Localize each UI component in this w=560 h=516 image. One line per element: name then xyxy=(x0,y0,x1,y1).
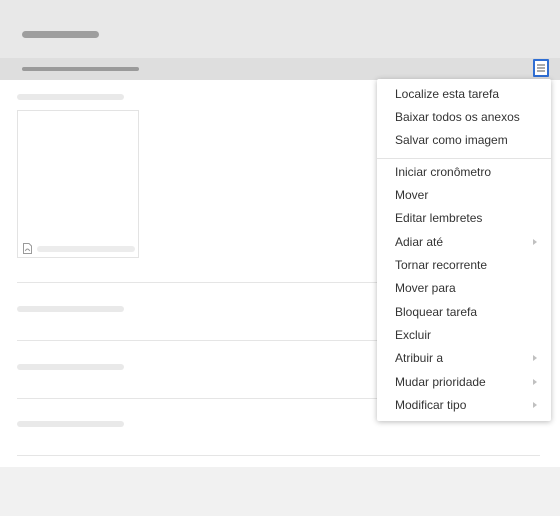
menu-item-delete[interactable]: Excluir xyxy=(377,324,551,347)
menu-item-start-timer[interactable]: Iniciar cronômetro xyxy=(377,161,551,184)
more-options-button[interactable] xyxy=(533,59,549,77)
attachment-card[interactable] xyxy=(17,110,139,258)
context-menu: Localize esta tarefa Baixar todos os ane… xyxy=(377,79,551,421)
menu-item-lock-task[interactable]: Bloquear tarefa xyxy=(377,301,551,324)
chevron-right-icon xyxy=(533,402,537,408)
hamburger-menu-icon xyxy=(537,64,545,72)
menu-item-snooze-until[interactable]: Adiar até xyxy=(377,231,551,254)
menu-item-move[interactable]: Mover xyxy=(377,184,551,207)
menu-item-download-attachments[interactable]: Baixar todos os anexos xyxy=(377,106,551,129)
chevron-right-icon xyxy=(533,355,537,361)
menu-item-change-priority[interactable]: Mudar prioridade xyxy=(377,371,551,394)
menu-item-move-to[interactable]: Mover para xyxy=(377,277,551,300)
task-subtitle-placeholder xyxy=(22,67,139,71)
section-placeholder xyxy=(17,421,124,427)
attachments-label-placeholder xyxy=(17,94,124,100)
menu-item-locate-task[interactable]: Localize esta tarefa xyxy=(377,83,551,106)
task-header xyxy=(0,0,560,58)
menu-item-change-type[interactable]: Modificar tipo xyxy=(377,394,551,417)
pdf-file-icon xyxy=(23,241,32,259)
chevron-right-icon xyxy=(533,379,537,385)
menu-item-make-recurring[interactable]: Tornar recorrente xyxy=(377,254,551,277)
chevron-right-icon xyxy=(533,239,537,245)
task-subheader xyxy=(0,58,560,80)
section-placeholder xyxy=(17,364,124,370)
task-title-placeholder xyxy=(22,31,99,38)
menu-separator xyxy=(377,158,551,159)
section-placeholder xyxy=(17,306,124,312)
menu-item-save-as-image[interactable]: Salvar como imagem xyxy=(377,129,551,152)
menu-item-assign-to[interactable]: Atribuir a xyxy=(377,347,551,370)
attachment-name-placeholder xyxy=(37,246,135,252)
menu-item-edit-reminders[interactable]: Editar lembretes xyxy=(377,207,551,230)
section-divider xyxy=(17,455,540,456)
